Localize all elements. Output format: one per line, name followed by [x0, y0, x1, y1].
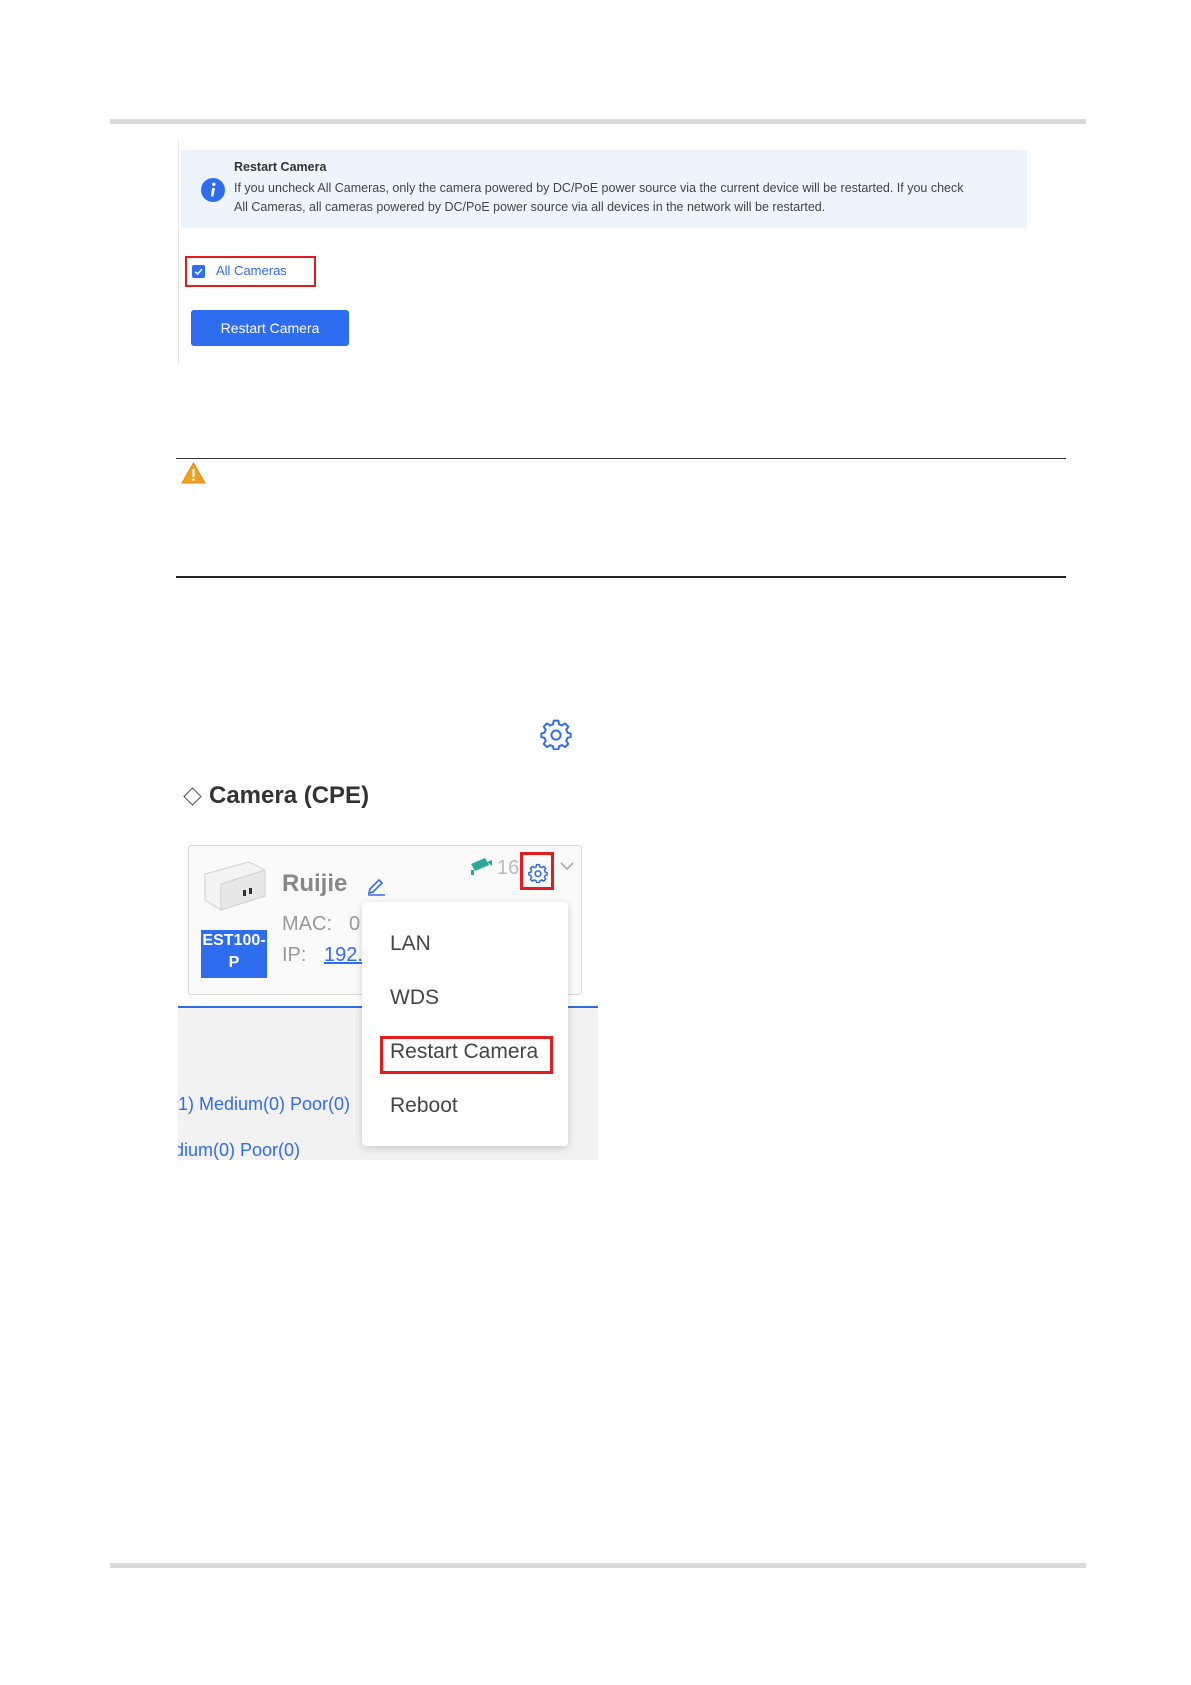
highlight-frame: All Cameras: [185, 256, 316, 287]
check-icon: [194, 268, 203, 276]
menu-item-wds[interactable]: WDS: [390, 986, 439, 1010]
camera-cpe-panel: Camera (CPE) EST100-P Ruijie MAC: 0 IP: …: [178, 778, 598, 1160]
chevron-down-icon[interactable]: [559, 860, 575, 872]
header-rule: [110, 119, 1086, 124]
gear-icon: [528, 863, 548, 883]
all-cameras-label[interactable]: All Cameras: [216, 263, 287, 278]
diamond-icon: [183, 786, 202, 806]
device-name: Ruijie: [282, 870, 348, 897]
menu-item-lan[interactable]: LAN: [390, 932, 431, 956]
menu-item-restart-camera[interactable]: Restart Camera: [390, 1040, 538, 1064]
camera-icon: [471, 858, 492, 875]
warning-bottom-rule: [176, 576, 1066, 578]
restart-camera-panel: Restart Camera If you uncheck All Camera…: [178, 142, 1029, 364]
all-cameras-checkbox[interactable]: [192, 265, 205, 278]
mac-value: 0: [349, 913, 361, 935]
info-icon: [201, 178, 225, 202]
signal-summary-row[interactable]: 1) Medium(0) Poor(0): [178, 1094, 350, 1115]
footer-rule: [110, 1563, 1086, 1568]
restart-camera-button[interactable]: Restart Camera: [191, 310, 349, 346]
notice-line: If you uncheck All Cameras, only the cam…: [234, 181, 964, 195]
edit-icon[interactable]: [365, 874, 387, 896]
gear-settings-button[interactable]: [520, 852, 554, 890]
model-badge: EST100-P: [201, 930, 267, 978]
gear-icon: [540, 719, 572, 750]
warning-top-rule: [176, 458, 1066, 459]
section-title: Camera (CPE): [183, 782, 370, 810]
notice-line: All Cameras, all cameras powered by DC/P…: [234, 200, 826, 214]
menu-item-reboot[interactable]: Reboot: [390, 1094, 458, 1118]
ip-value-link[interactable]: 192.: [324, 944, 363, 967]
camera-count: 16: [497, 857, 520, 879]
device-image: [204, 861, 266, 911]
mac-label: MAC:: [282, 913, 332, 935]
warning-icon: [181, 462, 206, 484]
notice-text: If you uncheck All Cameras, only the cam…: [234, 179, 1004, 217]
notice-title: Restart Camera: [234, 160, 327, 174]
section-title-text: Camera (CPE): [209, 782, 370, 809]
settings-dropdown-menu: LAN WDS Restart Camera Reboot: [362, 902, 568, 1146]
ip-label: IP:: [282, 944, 307, 966]
notice-box: Restart Camera If you uncheck All Camera…: [181, 150, 1027, 228]
signal-summary-row[interactable]: dium(0) Poor(0): [178, 1140, 300, 1160]
